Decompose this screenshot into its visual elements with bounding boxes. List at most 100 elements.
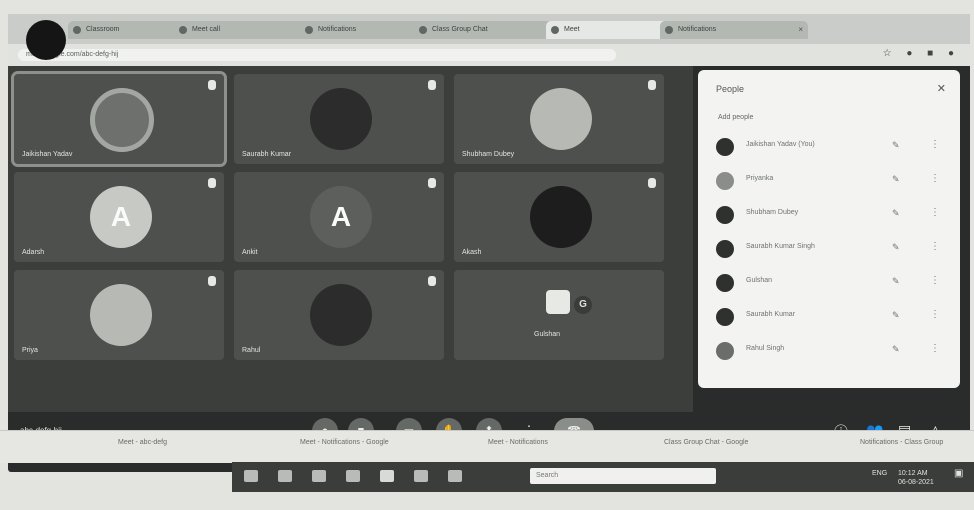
- participant-tile[interactable]: Rahul: [234, 270, 444, 360]
- browser-tab[interactable]: Notifications×: [660, 21, 808, 39]
- participant-row[interactable]: Jaikishan Yadav (You) ✎ ⋮: [716, 132, 946, 162]
- mic-off-icon: [428, 178, 436, 188]
- language-indicator[interactable]: ENG: [872, 470, 887, 477]
- browser-tab[interactable]: Meet call×: [174, 21, 312, 39]
- tab-label: Notifications: [318, 26, 357, 33]
- avatar: [90, 284, 152, 346]
- taskbar-window[interactable]: Meet - Notifications: [488, 439, 548, 446]
- browser-tab[interactable]: Class Group Chat×: [414, 21, 558, 39]
- more-options-icon[interactable]: ⋮: [930, 343, 940, 354]
- avatar: [716, 206, 734, 224]
- avatar: [716, 342, 734, 360]
- mic-icon[interactable]: ✎: [892, 276, 900, 287]
- camera-dot-icon: [26, 20, 66, 60]
- taskbar-window[interactable]: Meet - abc-defg: [118, 439, 167, 446]
- participant-row-name: Rahul Singh: [746, 345, 785, 352]
- participant-row[interactable]: Gulshan ✎ ⋮: [716, 268, 946, 298]
- mic-icon[interactable]: ✎: [892, 208, 900, 219]
- mic-icon[interactable]: ✎: [892, 242, 900, 253]
- participant-row[interactable]: Shubham Dubey ✎ ⋮: [716, 200, 946, 230]
- avatar: [716, 274, 734, 292]
- mic-icon[interactable]: ✎: [892, 344, 900, 355]
- close-icon[interactable]: ✕: [937, 82, 946, 95]
- avatar: [716, 138, 734, 156]
- participant-row[interactable]: Saurabh Kumar ✎ ⋮: [716, 302, 946, 332]
- avatar: [530, 88, 592, 150]
- more-options-icon[interactable]: ⋮: [930, 173, 940, 184]
- avatar: [716, 240, 734, 258]
- more-options-icon[interactable]: ⋮: [930, 207, 940, 218]
- favicon-icon: [419, 26, 427, 34]
- more-options-icon[interactable]: ⋮: [930, 241, 940, 252]
- add-people-button[interactable]: Add people: [718, 114, 753, 121]
- mic-off-icon: [648, 80, 656, 90]
- store-icon[interactable]: [414, 470, 428, 482]
- mic-icon[interactable]: ✎: [892, 140, 900, 151]
- participant-name: Rahul: [242, 347, 261, 354]
- mic-off-icon: [208, 276, 216, 286]
- more-options-icon[interactable]: ⋮: [930, 309, 940, 320]
- avatar-letter: G: [574, 296, 592, 314]
- participant-name: Shubham Dubey: [462, 151, 515, 158]
- avatar: [716, 308, 734, 326]
- participant-name: Ankit: [242, 249, 258, 256]
- mic-icon[interactable]: ✎: [892, 174, 900, 185]
- browser-tab[interactable]: Classroom×: [68, 21, 186, 39]
- address-bar[interactable]: meet.google.com/abc-defg-hij: [18, 49, 616, 61]
- participant-row-name: Gulshan: [746, 277, 773, 284]
- favicon-icon: [551, 26, 559, 34]
- tab-label: Meet call: [192, 26, 221, 33]
- app-badge-icon: [546, 290, 570, 314]
- participant-row[interactable]: Priyanka ✎ ⋮: [716, 166, 946, 196]
- file-explorer-icon[interactable]: [312, 470, 326, 482]
- browser-tab[interactable]: Notifications×: [300, 21, 426, 39]
- notification-icon[interactable]: ▣: [954, 468, 963, 479]
- browser-tab-active[interactable]: Meet×: [546, 21, 672, 39]
- taskbar-window[interactable]: Meet - Notifications - Google: [300, 439, 389, 446]
- browser-window: Classroom× Meet call× Notifications × Cla…: [8, 14, 970, 472]
- mic-off-icon: [208, 178, 216, 188]
- mic-icon[interactable]: ✎: [892, 310, 900, 321]
- participant-row-name: Shubham Dubey: [746, 209, 799, 216]
- extension-icons[interactable]: ☆ ● ■ ●: [883, 48, 960, 59]
- browser-icon[interactable]: [346, 470, 360, 482]
- participant-row-name: Priyanka: [746, 175, 774, 182]
- panel-title: People: [716, 84, 745, 94]
- more-options-icon[interactable]: ⋮: [930, 275, 940, 286]
- participant-tile[interactable]: Priya: [14, 270, 224, 360]
- participant-tile[interactable]: Shubham Dubey: [454, 74, 664, 164]
- participant-tile[interactable]: Jaikishan Yadav: [11, 71, 227, 167]
- taskbar-window[interactable]: Class Group Chat - Google: [664, 439, 748, 446]
- participant-row[interactable]: Rahul Singh ✎ ⋮: [716, 336, 946, 366]
- windows-taskbar: Search ENG 10:12 AM 06-08-2021 ▣: [232, 462, 974, 492]
- participant-name: Gulshan: [534, 331, 561, 338]
- mic-off-icon: [428, 80, 436, 90]
- browser-download-bar: Meet - abc-defg Meet - Notifications - G…: [0, 430, 974, 463]
- clock-date[interactable]: 06-08-2021: [898, 479, 934, 486]
- participant-name: Jaikishan Yadav: [22, 151, 73, 158]
- participant-tile[interactable]: Saurabh Kumar: [234, 74, 444, 164]
- more-options-icon[interactable]: ⋮: [930, 139, 940, 150]
- participant-name: Akash: [462, 249, 482, 256]
- avatar: [530, 186, 592, 248]
- participant-name: Saurabh Kumar: [242, 151, 292, 158]
- video-grid: Jaikishan Yadav Saurabh Kumar Shubham Du…: [8, 66, 693, 412]
- start-icon[interactable]: [244, 470, 258, 482]
- participant-tile[interactable]: A Adarsh: [14, 172, 224, 262]
- taskbar-window[interactable]: Notifications - Class Group: [860, 439, 943, 446]
- clock-time[interactable]: 10:12 AM: [898, 470, 928, 477]
- close-icon[interactable]: ×: [798, 21, 803, 39]
- task-view-icon[interactable]: [278, 470, 292, 482]
- tab-bar: Classroom× Meet call× Notifications × Cla…: [8, 14, 970, 44]
- chrome-icon[interactable]: [380, 470, 394, 482]
- participant-row[interactable]: Saurabh Kumar Singh ✎ ⋮: [716, 234, 946, 264]
- participant-tile[interactable]: G Gulshan: [454, 270, 664, 360]
- tab-label: Classroom: [86, 26, 120, 33]
- participant-tile[interactable]: A Ankit: [234, 172, 444, 262]
- participant-tile[interactable]: Akash: [454, 172, 664, 262]
- mic-off-icon: [428, 276, 436, 286]
- mail-icon[interactable]: [448, 470, 462, 482]
- favicon-icon: [73, 26, 81, 34]
- favicon-icon: [305, 26, 313, 34]
- search-input[interactable]: Search: [530, 468, 716, 484]
